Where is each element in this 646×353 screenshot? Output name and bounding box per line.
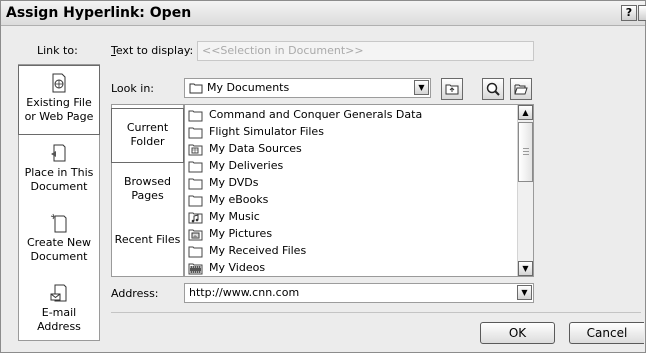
link-existing-file-or-web-page[interactable]: Existing File or Web Page: [18, 65, 100, 135]
address-value: http://www.cnn.com: [189, 286, 300, 299]
up-folder-icon: [445, 84, 459, 95]
up-one-folder-button[interactable]: [441, 78, 463, 100]
file-list[interactable]: Command and Conquer Generals Data Flight …: [184, 104, 534, 277]
look-in-value: My Documents: [207, 81, 290, 94]
folder-icon: [188, 110, 203, 122]
ok-button[interactable]: OK: [480, 322, 555, 344]
link-email-address-label: E-mail Address: [37, 306, 81, 333]
file-name: My Deliveries: [209, 159, 284, 172]
folder-icon: [188, 246, 203, 258]
folder-icon: [189, 83, 203, 94]
file-name: Command and Conquer Generals Data: [209, 108, 423, 121]
link-place-in-document-label: Place in This Document: [24, 166, 94, 193]
browse-file-button[interactable]: [510, 78, 532, 100]
browse-web-button[interactable]: [482, 78, 504, 100]
link-email-address[interactable]: E-mail Address: [19, 283, 99, 338]
link-create-new-document[interactable]: Create New Document: [19, 213, 99, 273]
cancel-button[interactable]: Cancel: [569, 322, 644, 344]
videos-folder-icon: [188, 263, 203, 275]
recent-files-tab[interactable]: Recent Files: [112, 231, 183, 271]
chevron-down-icon[interactable]: ▼: [414, 80, 429, 95]
data-sources-folder-icon: [188, 144, 203, 156]
dialog-title: Assign Hyperlink: Open: [6, 5, 192, 21]
look-in-dropdown[interactable]: My Documents ▼: [184, 78, 431, 98]
folder-icon: [188, 161, 203, 173]
close-button[interactable]: [638, 5, 646, 21]
look-in-label: Look in:: [111, 82, 154, 95]
pictures-folder-icon: [188, 229, 203, 241]
divider: [111, 312, 641, 313]
current-folder-tab[interactable]: Current Folder: [111, 108, 184, 163]
link-to-sidebar: Existing File or Web Page Place in This …: [18, 64, 100, 341]
file-name: Flight Simulator Files: [209, 125, 324, 138]
assign-hyperlink-dialog: Assign Hyperlink: Open ? Link to: Text t…: [0, 0, 646, 353]
file-list-scrollbar[interactable]: ▲ ▼: [517, 105, 533, 276]
address-input[interactable]: http://www.cnn.com ▼: [184, 283, 534, 303]
help-button[interactable]: ?: [621, 5, 637, 21]
place-in-document-icon: [51, 144, 66, 162]
file-name: My Pictures: [209, 227, 273, 240]
text-to-display-label: Text to display:: [111, 44, 194, 57]
music-folder-icon: [188, 212, 203, 224]
link-create-new-document-label: Create New Document: [26, 236, 92, 263]
browse-panel: Current Folder Browsed Pages Recent File…: [111, 104, 184, 277]
address-dropdown-icon[interactable]: ▼: [517, 285, 532, 300]
web-search-icon: [486, 82, 500, 96]
link-existing-file-label: Existing File or Web Page: [24, 96, 94, 123]
email-icon: [50, 284, 67, 302]
scroll-thumb[interactable]: [518, 122, 533, 182]
file-name: My Videos: [209, 261, 266, 274]
file-name: My Data Sources: [209, 142, 302, 155]
link-place-in-document[interactable]: Place in This Document: [19, 143, 99, 203]
file-name: My Music: [209, 210, 260, 223]
text-to-display-input[interactable]: <<Selection in Document>>: [197, 41, 534, 61]
address-label: Address:: [111, 287, 159, 300]
scroll-up-icon[interactable]: ▲: [518, 105, 533, 120]
link-to-label: Link to:: [37, 44, 78, 57]
file-name: My Received Files: [209, 244, 307, 257]
browsed-pages-tab[interactable]: Browsed Pages: [112, 173, 183, 213]
new-document-icon: [50, 213, 67, 233]
open-folder-icon: [514, 84, 528, 95]
file-web-icon: [52, 73, 66, 93]
folder-icon: [188, 127, 203, 139]
folder-icon: [188, 195, 203, 207]
title-bar[interactable]: Assign Hyperlink: Open ?: [1, 1, 646, 26]
file-name: My eBooks: [209, 193, 269, 206]
folder-icon: [188, 178, 203, 190]
scroll-down-icon[interactable]: ▼: [518, 261, 533, 276]
file-name: My DVDs: [209, 176, 259, 189]
